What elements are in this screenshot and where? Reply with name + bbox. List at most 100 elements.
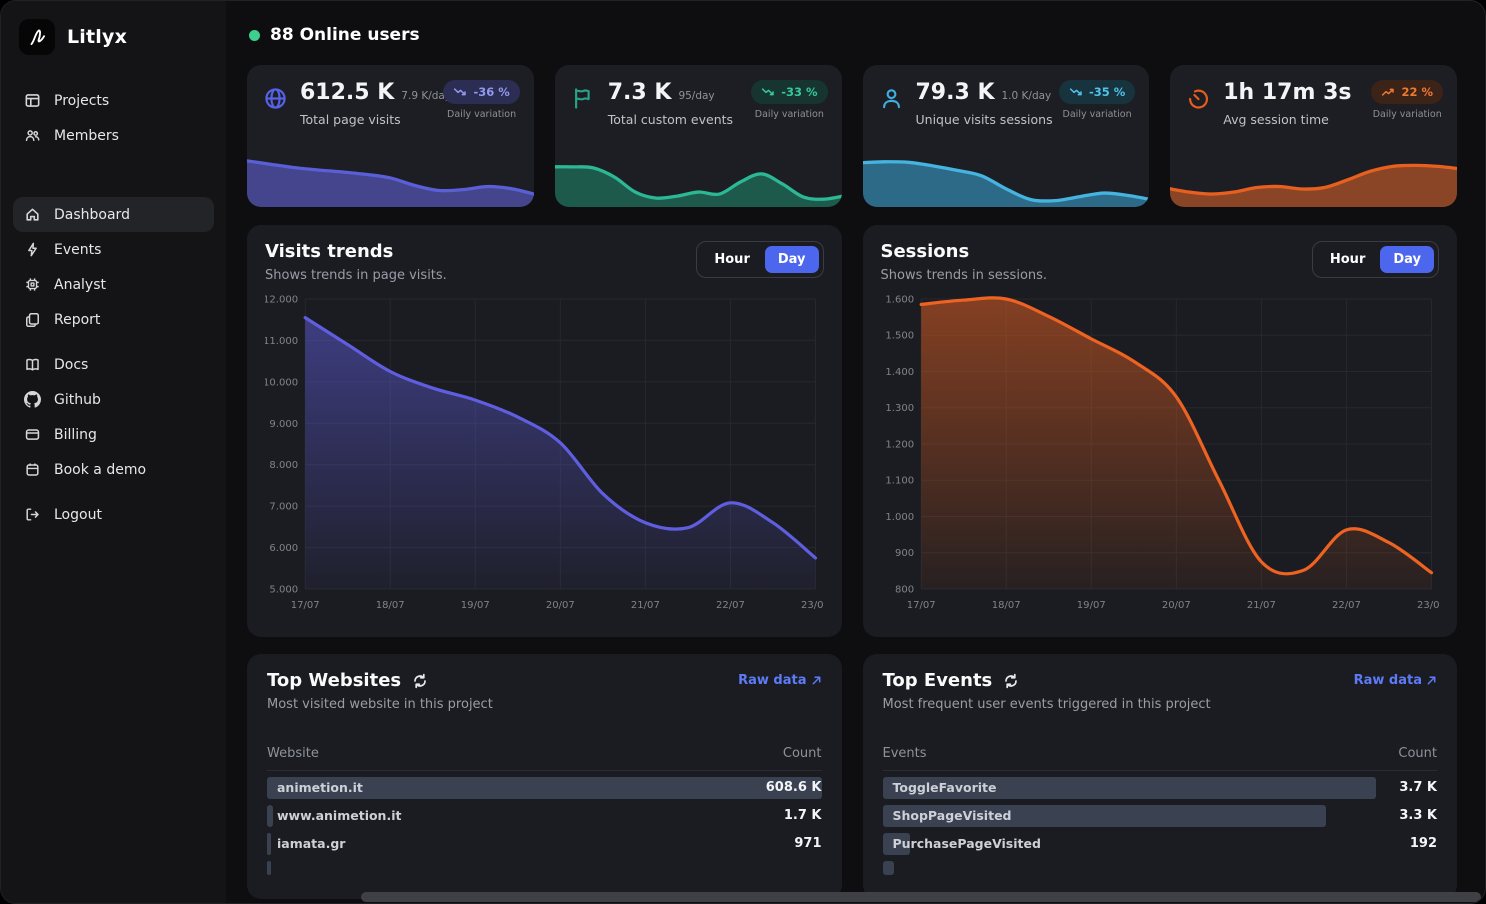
svg-text:23/07: 23/07 bbox=[1416, 600, 1439, 611]
svg-text:22/07: 22/07 bbox=[1331, 600, 1360, 611]
svg-text:19/07: 19/07 bbox=[1076, 600, 1105, 611]
sidebar-item-label: Docs bbox=[54, 357, 88, 373]
table-row[interactable]: iamata.gr 971 bbox=[267, 833, 822, 855]
stat-rate: 1.0 K/day bbox=[1002, 90, 1052, 102]
svg-text:1.000: 1.000 bbox=[885, 512, 914, 523]
row-label: PurchasePageVisited bbox=[893, 833, 1041, 855]
online-users-header: 88 Online users bbox=[249, 25, 1457, 45]
sidebar-item-projects[interactable]: Projects bbox=[13, 83, 214, 118]
sidebar-item-label: Logout bbox=[54, 507, 102, 523]
online-users-label: 88 Online users bbox=[270, 25, 420, 45]
sidebar-item-billing[interactable]: Billing bbox=[13, 417, 214, 452]
sidebar-item-analyst[interactable]: Analyst bbox=[13, 267, 214, 302]
flag-icon bbox=[571, 86, 596, 111]
table-column-headers: Events Count bbox=[883, 746, 1438, 771]
svg-text:7.000: 7.000 bbox=[269, 502, 298, 513]
svg-text:18/07: 18/07 bbox=[376, 600, 405, 611]
stat-card-total-page-visits: 612.5 K 7.9 K/day Total page visits -36 … bbox=[247, 65, 534, 207]
trend-icon bbox=[1069, 86, 1083, 98]
litlyx-logo-icon bbox=[19, 19, 55, 55]
row-count: 971 bbox=[794, 833, 821, 855]
daily-variation-badge: -36 % bbox=[443, 80, 519, 104]
sidebar-item-label: Projects bbox=[54, 93, 109, 109]
svg-text:1.200: 1.200 bbox=[885, 440, 914, 451]
table-row-partial bbox=[883, 861, 1438, 875]
svg-text:1.400: 1.400 bbox=[885, 367, 914, 378]
book-icon bbox=[24, 356, 41, 373]
hour-toggle-button[interactable]: Hour bbox=[701, 246, 762, 273]
sidebar-item-logout[interactable]: Logout bbox=[13, 497, 214, 532]
app-window: Litlyx Projects Members bbox=[0, 0, 1486, 904]
row-bar bbox=[267, 833, 271, 855]
svg-text:21/07: 21/07 bbox=[1246, 600, 1275, 611]
svg-text:6.000: 6.000 bbox=[269, 543, 298, 554]
row-label: ToggleFavorite bbox=[893, 777, 997, 799]
stat-value: 612.5 K bbox=[300, 80, 394, 105]
stat-label: Total page visits bbox=[300, 112, 443, 127]
refresh-icon[interactable] bbox=[1003, 673, 1019, 689]
daily-variation-badge: -35 % bbox=[1059, 80, 1135, 104]
stat-rate: 95/day bbox=[678, 90, 714, 102]
sidebar-item-dashboard[interactable]: Dashboard bbox=[13, 197, 214, 232]
main-content: 88 Online users 612.5 K 7.9 K/day bbox=[226, 1, 1485, 903]
row-bar bbox=[883, 861, 894, 875]
row-count: 1.7 K bbox=[784, 805, 822, 827]
billing-icon bbox=[24, 426, 41, 443]
user-icon bbox=[879, 86, 904, 111]
sidebar-item-events[interactable]: Events bbox=[13, 232, 214, 267]
raw-data-label: Raw data bbox=[738, 673, 806, 688]
table-subtitle: Most visited website in this project bbox=[267, 697, 493, 712]
hour-toggle-button[interactable]: Hour bbox=[1317, 246, 1378, 273]
table-row[interactable]: ShopPageVisited 3.3 K bbox=[883, 805, 1438, 827]
table-row[interactable]: www.animetion.it 1.7 K bbox=[267, 805, 822, 827]
svg-text:800: 800 bbox=[894, 585, 913, 596]
report-icon bbox=[24, 311, 41, 328]
sessions-card: Sessions Shows trends in sessions. Hour … bbox=[863, 225, 1458, 637]
table-row[interactable]: ToggleFavorite 3.7 K bbox=[883, 777, 1438, 799]
trend-icon bbox=[1381, 86, 1395, 98]
row-label: www.animetion.it bbox=[277, 805, 401, 827]
day-toggle-button[interactable]: Day bbox=[765, 246, 819, 273]
day-toggle-button[interactable]: Day bbox=[1380, 246, 1434, 273]
svg-text:17/07: 17/07 bbox=[906, 600, 935, 611]
app-title: Litlyx bbox=[67, 26, 127, 48]
svg-text:17/07: 17/07 bbox=[291, 600, 320, 611]
svg-text:20/07: 20/07 bbox=[546, 600, 575, 611]
chart-title: Sessions bbox=[881, 241, 1048, 262]
table-row[interactable]: PurchasePageVisited 192 bbox=[883, 833, 1438, 855]
sidebar-spacer bbox=[13, 337, 214, 347]
stat-label: Total custom events bbox=[608, 112, 751, 127]
row-count: 3.3 K bbox=[1399, 805, 1437, 827]
svg-text:11.000: 11.000 bbox=[265, 336, 298, 347]
sidebar-item-label: Events bbox=[54, 242, 101, 258]
refresh-icon[interactable] bbox=[412, 673, 428, 689]
visits-trends-chart: 12.00011.00010.0009.0008.0007.0006.0005.… bbox=[265, 291, 824, 617]
sidebar-item-members[interactable]: Members bbox=[13, 118, 214, 153]
svg-text:1.500: 1.500 bbox=[885, 331, 914, 342]
badge-caption: Daily variation bbox=[443, 109, 519, 120]
svg-text:1.600: 1.600 bbox=[885, 295, 914, 306]
row-label: iamata.gr bbox=[277, 833, 345, 855]
row-count: 192 bbox=[1410, 833, 1437, 855]
column-header-events: Events bbox=[883, 746, 927, 761]
raw-data-link[interactable]: Raw data bbox=[1354, 673, 1437, 688]
stat-cards-row: 612.5 K 7.9 K/day Total page visits -36 … bbox=[247, 65, 1457, 207]
table-subtitle: Most frequent user events triggered in t… bbox=[883, 697, 1211, 712]
badge-value: 22 % bbox=[1401, 85, 1433, 99]
raw-data-link[interactable]: Raw data bbox=[738, 673, 821, 688]
stat-label: Unique visits sessions bbox=[916, 112, 1059, 127]
projects-icon bbox=[24, 92, 41, 109]
sidebar-item-github[interactable]: Github bbox=[13, 382, 214, 417]
sidebar-item-book-a-demo[interactable]: Book a demo bbox=[13, 452, 214, 487]
row-label: animetion.it bbox=[277, 777, 363, 799]
external-arrow-icon bbox=[1426, 675, 1437, 686]
top-websites-card: Top Websites Most visited website in thi… bbox=[247, 654, 842, 899]
sidebar-item-docs[interactable]: Docs bbox=[13, 347, 214, 382]
table-row[interactable]: animetion.it 608.6 K bbox=[267, 777, 822, 799]
badge-value: -35 % bbox=[1089, 85, 1125, 99]
sidebar-item-report[interactable]: Report bbox=[13, 302, 214, 337]
online-status-dot bbox=[249, 30, 260, 41]
table-title: Top Websites bbox=[267, 670, 401, 691]
horizontal-scrollbar[interactable] bbox=[361, 892, 1481, 902]
github-icon bbox=[24, 391, 41, 408]
